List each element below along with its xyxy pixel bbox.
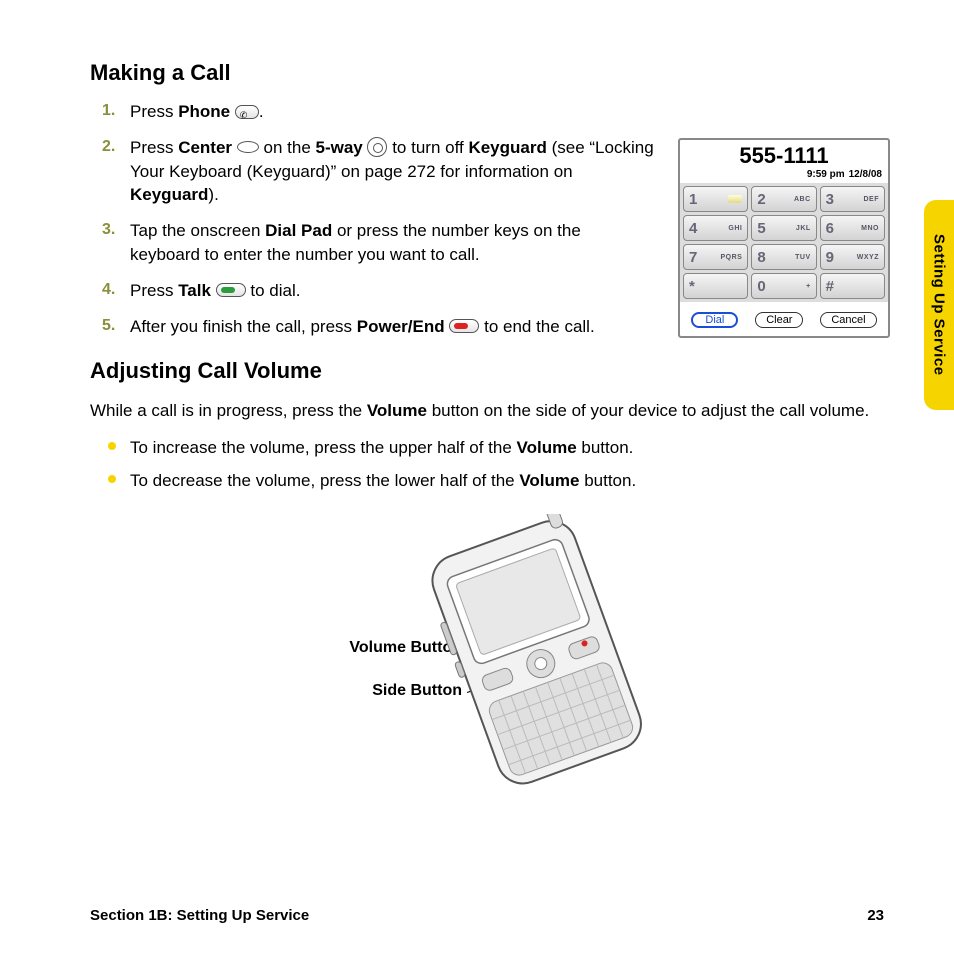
talk-label: Talk [178, 281, 211, 300]
talk-button-icon [216, 283, 246, 297]
key-star[interactable]: * [683, 273, 748, 299]
center-button-icon [237, 141, 259, 153]
dial-pad-screenshot: 555-1111 9:59 pm 12/8/08 1 2 ABC 3 DEF 4 GHI… [678, 138, 890, 338]
digit: 1 [689, 191, 697, 208]
digit: 0 [757, 278, 765, 295]
dial-pad-label: Dial Pad [265, 221, 332, 240]
letters: MNO [861, 225, 879, 232]
page-footer: Section 1B: Setting Up Service 23 [90, 907, 884, 924]
footer-section: Section 1B: Setting Up Service [90, 907, 309, 924]
bullet-increase: To increase the volume, press the upper … [130, 434, 894, 461]
phone-device-icon [372, 514, 692, 794]
key-0[interactable]: 0+ [751, 273, 816, 299]
letters: + [806, 283, 811, 290]
letters: TUV [795, 254, 811, 261]
digit: # [826, 278, 834, 295]
text: To decrease the volume, press the lower … [130, 471, 519, 490]
voicemail-icon [728, 195, 742, 203]
key-9[interactable]: 9 WXYZ [820, 244, 885, 270]
key-5[interactable]: 5 JKL [751, 215, 816, 241]
digit: 4 [689, 220, 697, 237]
key-2[interactable]: 2 ABC [751, 186, 816, 212]
volume-label: Volume [367, 401, 427, 420]
text: ). [208, 185, 218, 204]
dial-button[interactable]: Dial [691, 312, 738, 328]
center-label: Center [178, 138, 232, 157]
section-side-tab: Setting Up Service [924, 200, 954, 410]
heading-making-a-call: Making a Call [90, 60, 894, 86]
letters: ABC [794, 196, 811, 203]
text: Press [130, 138, 178, 157]
dialpad-button-row: Dial Clear Cancel [680, 302, 888, 336]
keyguard-label-2: Keyguard [130, 185, 208, 204]
digit: 7 [689, 249, 697, 266]
side-tab-label: Setting Up Service [931, 234, 948, 376]
text: Press [130, 281, 178, 300]
digit: 8 [757, 249, 765, 266]
text: to end the call. [479, 317, 594, 336]
text: to turn off [387, 138, 468, 157]
volume-label: Volume [519, 471, 579, 490]
key-hash[interactable]: # [820, 273, 885, 299]
digit: 9 [826, 249, 834, 266]
digit: 2 [757, 191, 765, 208]
letters: WXYZ [857, 254, 879, 261]
key-1[interactable]: 1 [683, 186, 748, 212]
footer-page-number: 23 [867, 907, 884, 924]
time-text: 9:59 pm [807, 169, 845, 180]
letters: DEF [864, 196, 880, 203]
digit: 6 [826, 220, 834, 237]
text: While a call is in progress, press the [90, 401, 367, 420]
digit: * [689, 278, 695, 295]
volume-label: Volume [517, 438, 577, 457]
keyguard-label: Keyguard [468, 138, 546, 157]
status-bar: 9:59 pm 12/8/08 [680, 169, 888, 183]
phone-illustration: Volume Button Side Button [242, 514, 742, 814]
letters: GHI [728, 225, 742, 232]
letters: JKL [796, 225, 811, 232]
phone-button-icon: ✆ [235, 105, 259, 119]
clear-button[interactable]: Clear [755, 312, 803, 328]
power-end-label: Power/End [357, 317, 445, 336]
step-1: Press Phone ✆. [130, 100, 894, 124]
text: to dial. [246, 281, 301, 300]
key-7[interactable]: 7 PQRS [683, 244, 748, 270]
digit: 3 [826, 191, 834, 208]
text: Tap the onscreen [130, 221, 265, 240]
keypad-grid: 1 2 ABC 3 DEF 4 GHI 5 JKL 6 MNO 7 PQRS 8 TUV 9 W… [680, 183, 888, 302]
key-3[interactable]: 3 DEF [820, 186, 885, 212]
text: After you finish the call, press [130, 317, 357, 336]
text: button on the side of your device to adj… [427, 401, 869, 420]
text: Press [130, 102, 178, 121]
key-6[interactable]: 6 MNO [820, 215, 885, 241]
volume-bullets: To increase the volume, press the upper … [90, 434, 894, 494]
bullet-decrease: To decrease the volume, press the lower … [130, 467, 894, 494]
heading-adjusting-volume: Adjusting Call Volume [90, 358, 894, 384]
text: To increase the volume, press the upper … [130, 438, 517, 457]
five-way-label: 5-way [316, 138, 363, 157]
cancel-button[interactable]: Cancel [820, 312, 876, 328]
date-text: 12/8/08 [849, 169, 882, 180]
letters: PQRS [720, 254, 742, 261]
five-way-icon [367, 137, 387, 157]
volume-intro: While a call is in progress, press the V… [90, 398, 894, 424]
key-4[interactable]: 4 GHI [683, 215, 748, 241]
phone-label: Phone [178, 102, 230, 121]
digit: 5 [757, 220, 765, 237]
text: on the [259, 138, 316, 157]
text: button. [577, 438, 634, 457]
dialed-number-display: 555-1111 [680, 140, 888, 169]
text: button. [579, 471, 636, 490]
text: . [259, 102, 264, 121]
power-end-button-icon [449, 319, 479, 333]
key-8[interactable]: 8 TUV [751, 244, 816, 270]
